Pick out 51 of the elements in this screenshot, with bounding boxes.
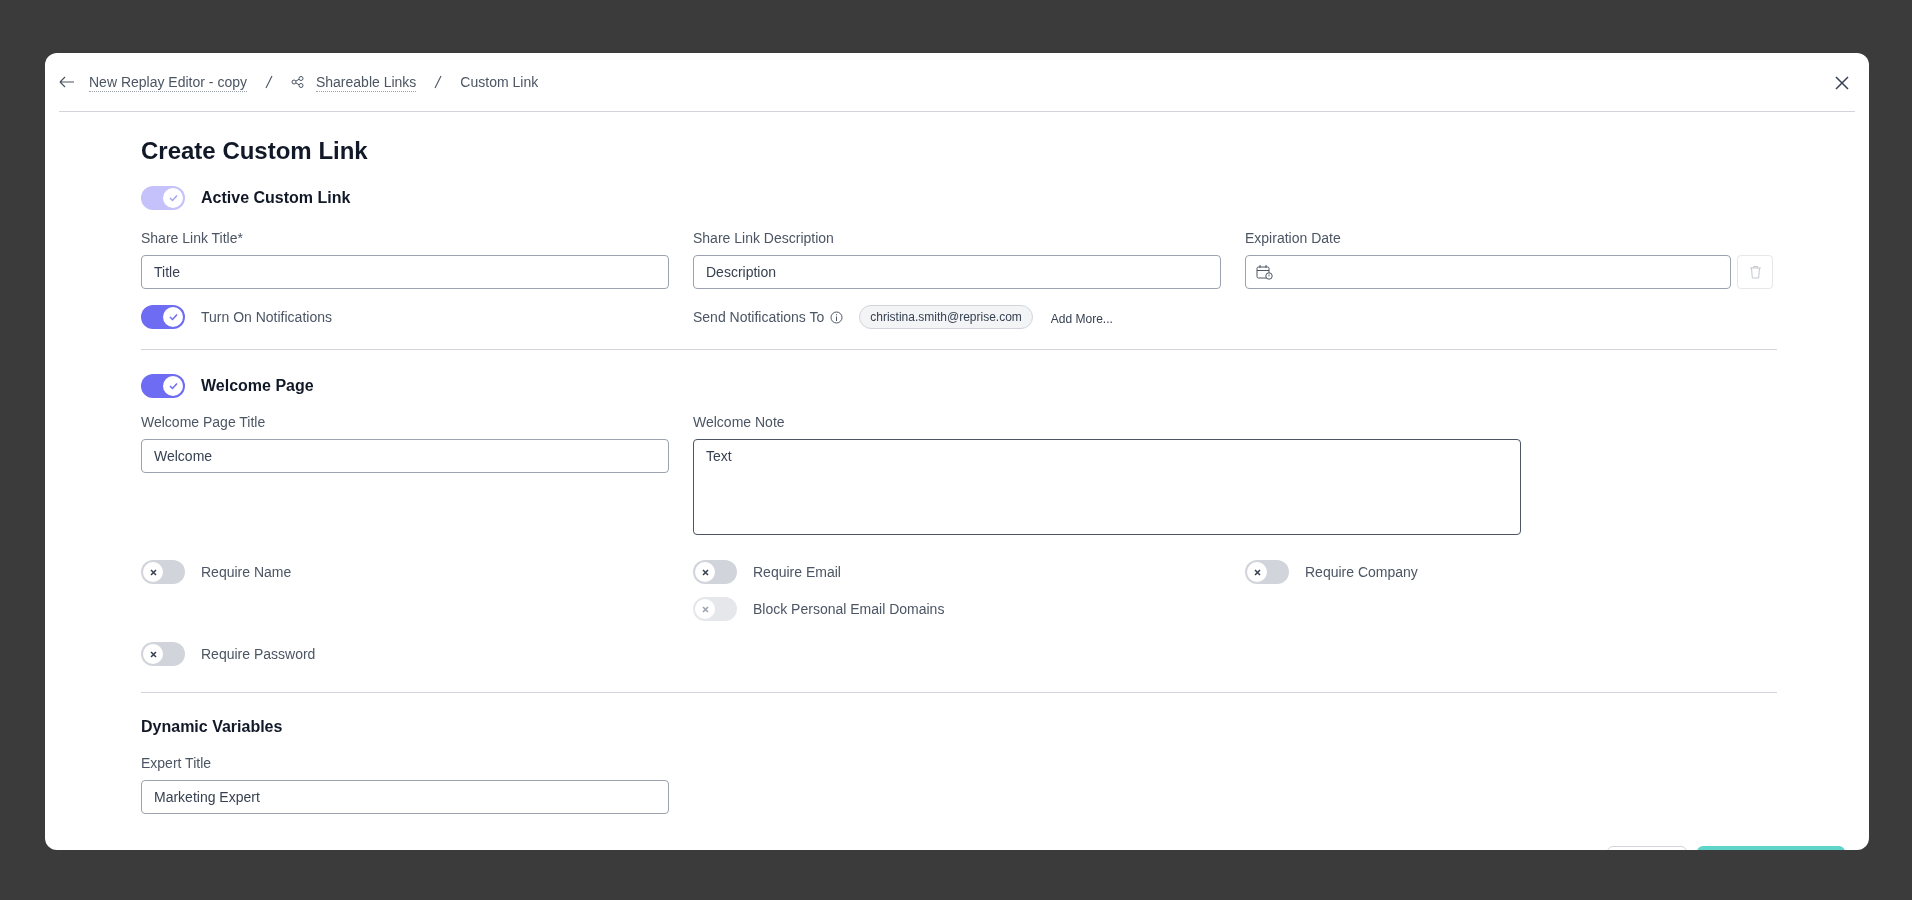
toggle-label: Require Name — [201, 562, 292, 582]
share-icon — [290, 76, 304, 88]
field-label: Welcome Page Title — [141, 413, 266, 432]
toggle-switch[interactable] — [141, 560, 185, 584]
input-field[interactable]: Welcome — [141, 439, 669, 473]
toggle-label: Block Personal Email Domains — [753, 599, 945, 619]
email-chip[interactable]: christina.smith@reprise.com — [859, 305, 1033, 329]
check-icon — [168, 313, 178, 321]
input-field[interactable]: Description — [693, 255, 1221, 289]
input-field[interactable]: Title — [141, 255, 669, 289]
x-icon — [149, 568, 157, 576]
field-label: Share Link Description — [693, 229, 834, 248]
check-icon — [168, 194, 178, 202]
toggle-label: Active Custom Link — [201, 188, 351, 208]
input-field[interactable]: Marketing Expert — [141, 780, 669, 814]
text-area[interactable]: Text — [693, 439, 1521, 535]
toggle-label: Require Password — [201, 644, 316, 664]
field-label: Share Link Title* — [141, 229, 243, 248]
back-arrow-icon[interactable] — [59, 76, 75, 88]
toggle-switch[interactable] — [141, 374, 185, 398]
slash-separator-icon — [264, 75, 273, 89]
info-icon — [830, 310, 844, 324]
toggle-switch[interactable] — [141, 642, 185, 666]
delete-button[interactable] — [1737, 255, 1773, 289]
check-icon — [168, 382, 178, 390]
toggle-label: Welcome Page — [201, 376, 314, 396]
trash-icon — [1748, 265, 1762, 279]
x-icon — [1253, 568, 1261, 576]
toggle-label: Turn On Notifications — [201, 307, 332, 327]
toggle-switch[interactable] — [693, 560, 737, 584]
section-title: Dynamic Variables — [141, 717, 283, 737]
toggle-switch[interactable] — [141, 305, 185, 329]
field-label: Send Notifications To — [693, 307, 825, 327]
toggle-label: Require Company — [1305, 562, 1418, 582]
calendar-icon — [1256, 264, 1273, 280]
field-label: Welcome Note — [693, 413, 785, 432]
toggle-switch[interactable] — [1245, 560, 1289, 584]
field-label: Expiration Date — [1245, 229, 1341, 248]
add-more-link[interactable]: Add More... — [1050, 310, 1113, 328]
breadcrumb-current: Custom Link — [460, 72, 539, 92]
field-label: Expert Title — [141, 754, 212, 773]
date-field[interactable] — [1245, 255, 1731, 289]
x-icon — [701, 568, 709, 576]
toggle-label: Require Email — [753, 562, 841, 582]
x-icon — [149, 650, 157, 658]
breadcrumb-link[interactable]: Shareable Links — [315, 72, 417, 92]
slash-separator-icon — [434, 75, 443, 89]
x-icon — [701, 605, 709, 613]
breadcrumb-link[interactable]: New Replay Editor - copy — [89, 72, 247, 92]
dialog-title: Create Custom Link — [141, 136, 368, 166]
close-icon[interactable] — [1835, 76, 1849, 90]
